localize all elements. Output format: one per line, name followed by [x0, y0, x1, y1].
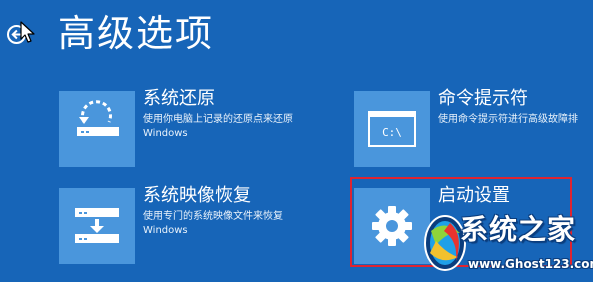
- mouse-cursor-icon: [20, 21, 35, 43]
- system-restore-description-line: 使用你电脑上记录的还原点来还原: [143, 114, 293, 125]
- command-prompt-option[interactable]: C:\ 命令提示符 使用命令提示符进行高级故障排: [354, 88, 593, 179]
- system-image-recovery-description-line: 使用专门的系统映像文件来恢复: [143, 211, 283, 222]
- page-title: 高级选项: [58, 12, 214, 55]
- command-prompt-description-line: 使用命令提示符进行高级故障排: [438, 114, 578, 125]
- system-image-recovery-description: 使用专门的系统映像文件来恢复 Windows: [143, 210, 313, 238]
- startup-settings-tile[interactable]: [354, 188, 430, 264]
- command-prompt-title: 命令提示符: [438, 88, 528, 109]
- system-image-recovery-option[interactable]: 系统映像恢复 使用专门的系统映像文件来恢复 Windows: [59, 185, 309, 276]
- system-image-recovery-tile[interactable]: [59, 188, 135, 264]
- command-prompt-tile[interactable]: C:\: [354, 91, 430, 167]
- image-recovery-icon: [75, 208, 119, 243]
- system-restore-description-line: Windows: [143, 128, 188, 139]
- system-restore-description: 使用你电脑上记录的还原点来还原 Windows: [143, 113, 313, 141]
- system-restore-tile[interactable]: [59, 91, 135, 167]
- restore-icon: [77, 100, 119, 136]
- system-restore-option[interactable]: 系统还原 使用你电脑上记录的还原点来还原 Windows: [59, 88, 309, 179]
- system-image-recovery-description-line: Windows: [143, 225, 188, 236]
- command-prompt-description: 使用命令提示符进行高级故障排: [438, 113, 593, 127]
- advanced-options-screen: 高级选项 系统还原 使用你电脑上记录的还原点来还原 Windows 系统映像恢复…: [0, 0, 593, 282]
- command-prompt-icon-text: C:\: [382, 126, 402, 139]
- system-restore-title: 系统还原: [143, 88, 215, 109]
- gear-icon: [372, 206, 412, 246]
- system-image-recovery-title: 系统映像恢复: [143, 185, 251, 206]
- startup-settings-option[interactable]: 启动设置: [354, 185, 593, 276]
- startup-settings-title: 启动设置: [438, 185, 510, 206]
- command-prompt-icon: C:\: [368, 111, 416, 147]
